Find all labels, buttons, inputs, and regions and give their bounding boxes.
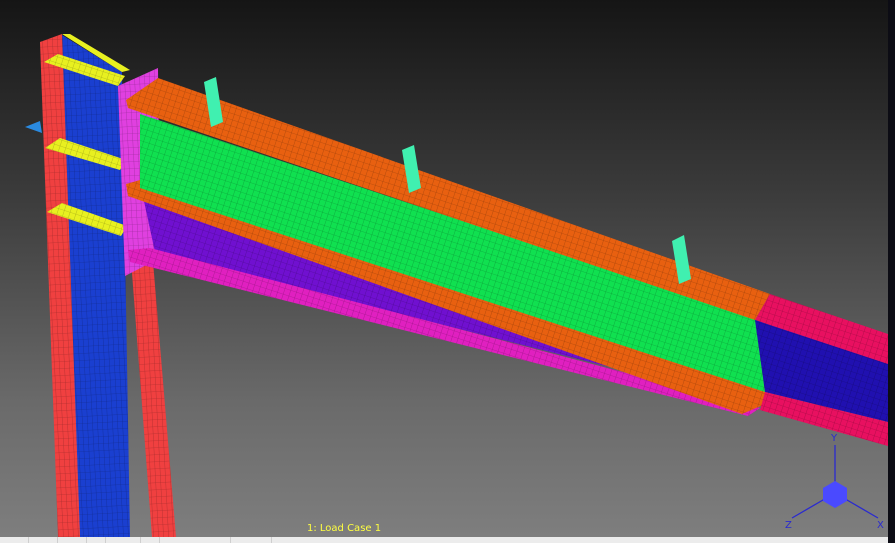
axis-x-label: X bbox=[877, 520, 884, 531]
axis-y-label: Y bbox=[830, 433, 838, 444]
triad-hexagon-icon bbox=[823, 481, 847, 508]
load-case-label: 1: Load Case 1 bbox=[307, 523, 382, 534]
axis-triad: Y Z X bbox=[785, 433, 884, 531]
model-viewport[interactable]: Y Z X 1: Load Case 1 bbox=[0, 0, 888, 537]
axis-z-label: Z bbox=[785, 520, 792, 531]
fe-mesh-model: Y Z X bbox=[25, 34, 888, 537]
status-bar bbox=[0, 537, 888, 543]
load-arrow-icon bbox=[25, 121, 42, 133]
window-edge bbox=[888, 0, 895, 543]
